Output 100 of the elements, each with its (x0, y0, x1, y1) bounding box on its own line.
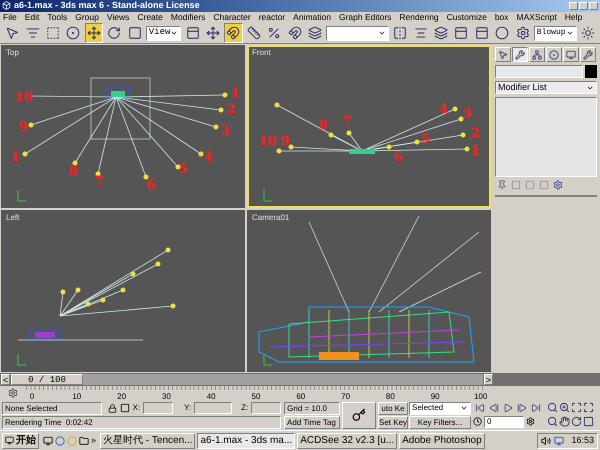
orbit-icon[interactable] (571, 416, 582, 427)
frame-tick-label: 60 (295, 392, 306, 401)
menu-item[interactable]: Tools (47, 12, 68, 22)
track-bar-icon[interactable] (8, 388, 18, 398)
taskbar-task-button[interactable]: a6-1.max - 3ds ma... (197, 432, 296, 449)
menu-item[interactable]: Edit (24, 12, 40, 22)
menu-item[interactable]: Create (137, 12, 163, 22)
desktop-icon[interactable] (43, 436, 53, 446)
modifier-list-dropdown[interactable]: Modifier List (495, 81, 597, 94)
frame-tick-label: 100 (474, 392, 486, 401)
zoom-extents-icon[interactable] (571, 402, 582, 413)
menu-item[interactable]: MAXScript (516, 12, 557, 22)
utilities-icon[interactable] (583, 50, 593, 60)
set-key-icon-button[interactable] (342, 402, 376, 429)
region-zoom-icon[interactable] (547, 416, 558, 427)
time-slider-thumb[interactable]: 0 / 100 (11, 374, 83, 385)
current-frame-field[interactable]: 0 (484, 416, 524, 428)
viewport-label[interactable]: Left (6, 212, 20, 223)
object-name-field[interactable] (495, 65, 583, 78)
viewport[interactable]: Camera01 (247, 210, 491, 372)
menu-item[interactable]: Views (106, 12, 130, 22)
time-slider-next-button[interactable]: > (484, 374, 493, 385)
lock-icon[interactable] (108, 404, 117, 413)
hierarchy-icon[interactable] (532, 50, 542, 60)
z-coordinate-field[interactable] (251, 402, 282, 414)
viewport-label[interactable]: Camera01 (252, 212, 290, 223)
zoom-all-icon[interactable] (559, 402, 570, 413)
axis-icon (17, 190, 27, 202)
menu-item[interactable]: box (494, 12, 509, 22)
render-type-dropdown[interactable]: Blowup (534, 26, 577, 41)
annotation-number: 1 (471, 145, 480, 160)
frame-tick-label: 20 (116, 392, 128, 401)
display-icon[interactable] (566, 50, 576, 60)
frame-tick-label: 10 (71, 392, 82, 401)
axis-icon (263, 354, 273, 366)
cursor-icon[interactable] (498, 50, 508, 60)
menu-item[interactable]: Character (213, 12, 251, 22)
configure-modifier-icon[interactable] (553, 180, 563, 190)
key-icon[interactable] (352, 408, 366, 422)
menu-item[interactable]: File (3, 12, 17, 22)
clock: 16:53 (571, 434, 594, 447)
pin-stack-icon[interactable] (497, 180, 507, 190)
annotation-number: 2 (227, 103, 236, 118)
zoom-icon[interactable] (547, 402, 558, 413)
start-button[interactable]: 开始 (2, 432, 39, 449)
annotation-number: 3 (463, 107, 472, 122)
object-color-swatch[interactable] (585, 65, 597, 78)
y-coordinate-field[interactable] (194, 402, 232, 414)
menu-item[interactable]: Graph Editors (338, 12, 392, 22)
menu-item[interactable]: Help (564, 12, 582, 22)
folder-icon[interactable] (79, 436, 89, 446)
snap-toggle-icon[interactable] (224, 23, 243, 44)
zoom-extents-all-icon[interactable] (583, 402, 594, 413)
annotation-number: 6 (394, 151, 404, 166)
menu-item[interactable]: Group (75, 12, 99, 22)
x-coordinate-field[interactable] (143, 402, 174, 414)
reference-coordinate-dropdown[interactable]: View (146, 26, 182, 41)
model-wireframe (349, 149, 375, 154)
selection-status: None Selected (2, 402, 102, 415)
taskbar-task-button[interactable]: 火星时代 - Tencen... (100, 432, 196, 449)
grid-status: Grid = 10.0 (284, 402, 340, 415)
auto-key-button[interactable]: uto Ke (378, 402, 408, 415)
wrench-icon[interactable] (515, 50, 525, 60)
annotation-number: 1 (231, 87, 240, 102)
track-bar[interactable]: 0 10 20 30 40 50 60 70 80 90 100 (26, 386, 486, 401)
volume-icon[interactable] (541, 436, 552, 446)
viewport[interactable]: Top 10 1 2 9 3 1 4 8 5 7 6 (1, 45, 245, 208)
taskbar-task-button[interactable]: ACDSee 32 v2.3 [u... (297, 432, 398, 449)
key-mode-dropdown[interactable]: Selected (409, 402, 471, 415)
frame-tick-label: 80 (384, 392, 396, 401)
move-tool-icon[interactable] (84, 23, 104, 44)
annotation-number: 6 (147, 179, 156, 194)
app-icon (2, 1, 11, 10)
time-slider-prev-button[interactable]: < (1, 374, 10, 385)
pan-icon[interactable] (559, 416, 570, 427)
menu-item[interactable]: Modifiers (170, 12, 206, 22)
key-filters-button[interactable]: Key Filters... (409, 416, 471, 429)
x-label: X: (132, 402, 140, 414)
annotation-number: 2 (471, 127, 480, 142)
annotation-number: 3 (221, 125, 230, 140)
add-time-tag-button[interactable]: Add Time Tag (284, 416, 340, 429)
axis-icon (263, 190, 273, 202)
set-key-button[interactable]: Set Key (378, 416, 408, 429)
frame-tick-label: 30 (160, 392, 172, 401)
command-panel-tab[interactable] (512, 47, 528, 62)
viewport-label[interactable]: Top (6, 48, 19, 58)
named-selection-field[interactable] (326, 26, 390, 41)
menu-item[interactable]: Animation (293, 12, 331, 22)
annotation-number: 9 (281, 135, 290, 150)
menu-item[interactable]: Customize (446, 12, 487, 22)
more-quick-launch[interactable]: » (91, 434, 96, 448)
taskbar-task-button[interactable]: Adobe Photoshop (399, 432, 485, 449)
menu-item[interactable]: reactor (258, 12, 286, 22)
viewport[interactable]: Left (1, 210, 245, 372)
modifier-stack-list[interactable] (495, 97, 597, 178)
time-slider-track[interactable]: 0 / 100 (11, 374, 483, 385)
tray-icon[interactable] (554, 436, 564, 446)
viewport-label[interactable]: Front (252, 48, 271, 58)
menu-item[interactable]: Rendering (399, 12, 439, 22)
annotation-number: 4 (439, 103, 448, 118)
